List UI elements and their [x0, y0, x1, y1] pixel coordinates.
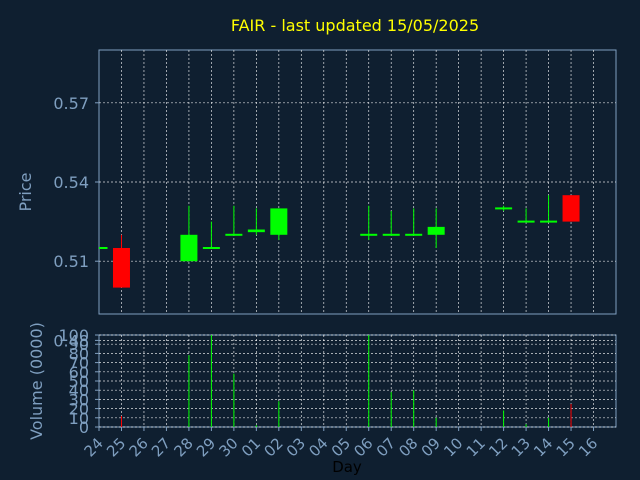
- candle-body: [517, 220, 535, 223]
- candle-body: [382, 233, 400, 236]
- x-axis: 2425262728293001020304050607080910111213…: [81, 427, 601, 460]
- candle-body: [405, 233, 423, 236]
- volume-axis-label: Volume (0000): [27, 322, 46, 440]
- price-panel: 0.570.540.510.48: [53, 49, 617, 350]
- price-axis-label: Price: [16, 172, 35, 211]
- price-tick-label: 0.51: [53, 252, 89, 271]
- x-axis-label: Day: [332, 458, 362, 476]
- candle-body: [495, 207, 513, 210]
- candle-body: [202, 247, 220, 249]
- candle-body: [112, 248, 130, 288]
- volume-tick-label: 0: [79, 418, 89, 437]
- candle-body: [427, 226, 445, 235]
- volume-panel: 1009080706050403020100: [58, 326, 617, 437]
- candle-body: [540, 220, 558, 223]
- stock-chart: FAIR - last updated 15/05/2025 0.57 0.54 0…: [0, 0, 640, 480]
- candle-body: [180, 234, 198, 262]
- chart-title: FAIR - last updated 15/05/2025: [231, 16, 479, 35]
- price-tick-label: 0.57: [53, 94, 89, 113]
- price-tick-label: 0.54: [53, 173, 89, 192]
- x-tick-label: 16: [575, 434, 601, 460]
- candle-body: [99, 247, 108, 249]
- candle-body: [360, 233, 378, 236]
- candle-body: [270, 208, 288, 235]
- candle-body: [247, 229, 265, 233]
- candle-body: [225, 233, 243, 236]
- candle-body: [562, 195, 580, 222]
